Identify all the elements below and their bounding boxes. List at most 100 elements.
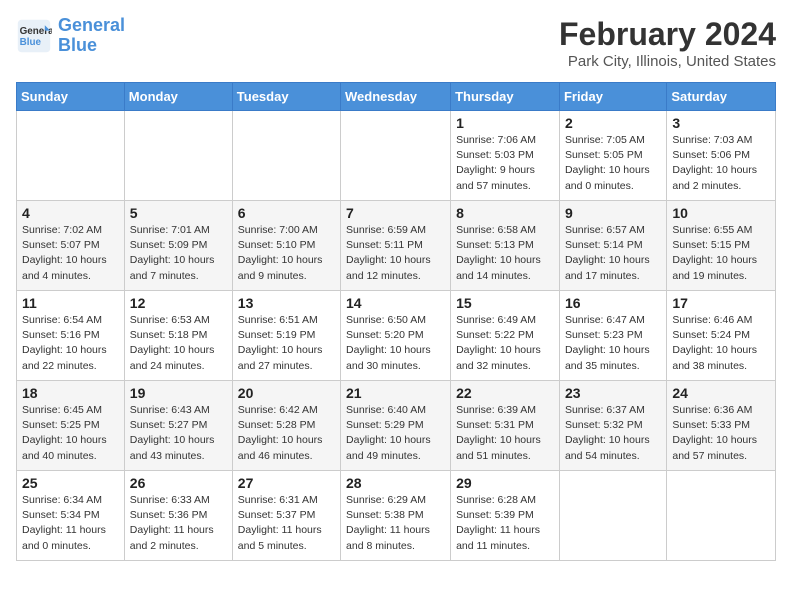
calendar-cell: 11Sunrise: 6:54 AM Sunset: 5:16 PM Dayli… [17,291,125,381]
day-info: Sunrise: 6:34 AM Sunset: 5:34 PM Dayligh… [22,493,119,554]
day-number: 18 [22,385,119,401]
calendar-cell: 23 Sunrise: 6:37 AM Sunset: 5:32 PM Dayli… [559,381,666,471]
day-number: 25 [22,475,119,491]
weekday-header-sunday: Sunday [17,83,125,111]
calendar-cell: 20Sunrise: 6:42 AM Sunset: 5:28 PM Dayli… [232,381,340,471]
calendar-cell: 21 Sunrise: 6:40 AM Sunset: 5:29 PM Dayli… [341,381,451,471]
calendar-cell: 9 Sunrise: 6:57 AM Sunset: 5:14 PM Daylig… [559,201,666,291]
day-number: 19 [130,385,227,401]
day-number: 22 [456,385,554,401]
calendar-week-2: 4 Sunrise: 7:02 AM Sunset: 5:07 PM Daylig… [17,201,776,291]
calendar-cell: 26 Sunrise: 6:33 AM Sunset: 5:36 PM Dayli… [124,471,232,561]
day-number: 1 [456,115,554,131]
day-info: Sunrise: 7:01 AM Sunset: 5:09 PM Dayligh… [130,223,227,284]
calendar-cell: 14 Sunrise: 6:50 AM Sunset: 5:20 PM Dayli… [341,291,451,381]
day-number: 13 [238,295,335,311]
day-info: Sunrise: 6:58 AM Sunset: 5:13 PM Dayligh… [456,223,554,284]
calendar-cell: 6 Sunrise: 7:00 AM Sunset: 5:10 PM Daylig… [232,201,340,291]
calendar-cell: 13 Sunrise: 6:51 AM Sunset: 5:19 PM Dayli… [232,291,340,381]
weekday-header-saturday: Saturday [667,83,776,111]
calendar-week-5: 25 Sunrise: 6:34 AM Sunset: 5:34 PM Dayli… [17,471,776,561]
calendar-cell: 2Sunrise: 7:05 AM Sunset: 5:05 PM Daylig… [559,111,666,201]
day-info: Sunrise: 7:02 AM Sunset: 5:07 PM Dayligh… [22,223,119,284]
day-number: 14 [346,295,445,311]
day-info: Sunrise: 7:06 AM Sunset: 5:03 PM Dayligh… [456,133,554,194]
day-info: Sunrise: 6:51 AM Sunset: 5:19 PM Dayligh… [238,313,335,374]
day-number: 7 [346,205,445,221]
day-info: Sunrise: 6:40 AM Sunset: 5:29 PM Dayligh… [346,403,445,464]
day-info: Sunrise: 6:46 AM Sunset: 5:24 PM Dayligh… [672,313,770,374]
calendar-cell [667,471,776,561]
calendar-body: 1 Sunrise: 7:06 AM Sunset: 5:03 PM Daylig… [17,111,776,561]
day-info: Sunrise: 7:03 AM Sunset: 5:06 PM Dayligh… [672,133,770,194]
weekday-header-monday: Monday [124,83,232,111]
day-info: Sunrise: 6:47 AM Sunset: 5:23 PM Dayligh… [565,313,661,374]
logo-text: GeneralBlue [58,16,125,56]
day-number: 16 [565,295,661,311]
day-number: 21 [346,385,445,401]
calendar-cell: 12 Sunrise: 6:53 AM Sunset: 5:18 PM Dayli… [124,291,232,381]
day-number: 5 [130,205,227,221]
day-info: Sunrise: 6:53 AM Sunset: 5:18 PM Dayligh… [130,313,227,374]
day-number: 12 [130,295,227,311]
day-number: 29 [456,475,554,491]
day-info: Sunrise: 7:00 AM Sunset: 5:10 PM Dayligh… [238,223,335,284]
page-subtitle: Park City, Illinois, United States [559,53,776,70]
day-info: Sunrise: 6:49 AM Sunset: 5:22 PM Dayligh… [456,313,554,374]
day-info: Sunrise: 6:36 AM Sunset: 5:33 PM Dayligh… [672,403,770,464]
day-number: 2 [565,115,661,131]
calendar-cell: 29Sunrise: 6:28 AM Sunset: 5:39 PM Dayli… [451,471,560,561]
day-number: 11 [22,295,119,311]
page-header: General Blue GeneralBlue February 2024 P… [16,16,776,70]
calendar-cell: 10 Sunrise: 6:55 AM Sunset: 5:15 PM Dayli… [667,201,776,291]
calendar-cell: 28 Sunrise: 6:29 AM Sunset: 5:38 PM Dayli… [341,471,451,561]
day-info: Sunrise: 6:37 AM Sunset: 5:32 PM Dayligh… [565,403,661,464]
calendar-cell: 1 Sunrise: 7:06 AM Sunset: 5:03 PM Daylig… [451,111,560,201]
day-number: 6 [238,205,335,221]
day-info: Sunrise: 6:43 AM Sunset: 5:27 PM Dayligh… [130,403,227,464]
calendar-cell: 5 Sunrise: 7:01 AM Sunset: 5:09 PM Daylig… [124,201,232,291]
calendar-cell [559,471,666,561]
day-number: 28 [346,475,445,491]
day-number: 17 [672,295,770,311]
day-info: Sunrise: 6:39 AM Sunset: 5:31 PM Dayligh… [456,403,554,464]
calendar-cell: 4 Sunrise: 7:02 AM Sunset: 5:07 PM Daylig… [17,201,125,291]
calendar-cell: 24 Sunrise: 6:36 AM Sunset: 5:33 PM Dayli… [667,381,776,471]
calendar-cell: 3 Sunrise: 7:03 AM Sunset: 5:06 PM Daylig… [667,111,776,201]
day-info: Sunrise: 6:50 AM Sunset: 5:20 PM Dayligh… [346,313,445,374]
day-info: Sunrise: 6:57 AM Sunset: 5:14 PM Dayligh… [565,223,661,284]
weekday-header-thursday: Thursday [451,83,560,111]
day-info: Sunrise: 6:29 AM Sunset: 5:38 PM Dayligh… [346,493,445,554]
day-number: 3 [672,115,770,131]
logo: General Blue GeneralBlue [16,16,125,56]
day-number: 27 [238,475,335,491]
day-info: Sunrise: 6:33 AM Sunset: 5:36 PM Dayligh… [130,493,227,554]
day-number: 20 [238,385,335,401]
day-info: Sunrise: 6:55 AM Sunset: 5:15 PM Dayligh… [672,223,770,284]
calendar-cell: 27 Sunrise: 6:31 AM Sunset: 5:37 PM Dayli… [232,471,340,561]
day-number: 23 [565,385,661,401]
day-info: Sunrise: 6:59 AM Sunset: 5:11 PM Dayligh… [346,223,445,284]
day-number: 9 [565,205,661,221]
calendar-week-4: 18Sunrise: 6:45 AM Sunset: 5:25 PM Dayli… [17,381,776,471]
day-number: 26 [130,475,227,491]
calendar-cell [124,111,232,201]
weekday-header-wednesday: Wednesday [341,83,451,111]
calendar-table: SundayMondayTuesdayWednesdayThursdayFrid… [16,82,776,561]
calendar-cell: 22 Sunrise: 6:39 AM Sunset: 5:31 PM Dayli… [451,381,560,471]
day-number: 24 [672,385,770,401]
calendar-cell [232,111,340,201]
calendar-cell: 16 Sunrise: 6:47 AM Sunset: 5:23 PM Dayli… [559,291,666,381]
weekday-header-friday: Friday [559,83,666,111]
weekday-header-tuesday: Tuesday [232,83,340,111]
calendar-week-1: 1 Sunrise: 7:06 AM Sunset: 5:03 PM Daylig… [17,111,776,201]
title-block: February 2024 Park City, Illinois, Unite… [559,16,776,70]
day-info: Sunrise: 6:31 AM Sunset: 5:37 PM Dayligh… [238,493,335,554]
day-number: 4 [22,205,119,221]
day-number: 10 [672,205,770,221]
svg-text:Blue: Blue [20,37,42,48]
day-number: 8 [456,205,554,221]
calendar-cell: 17 Sunrise: 6:46 AM Sunset: 5:24 PM Dayli… [667,291,776,381]
calendar-cell: 7 Sunrise: 6:59 AM Sunset: 5:11 PM Daylig… [341,201,451,291]
logo-icon: General Blue [16,18,52,54]
